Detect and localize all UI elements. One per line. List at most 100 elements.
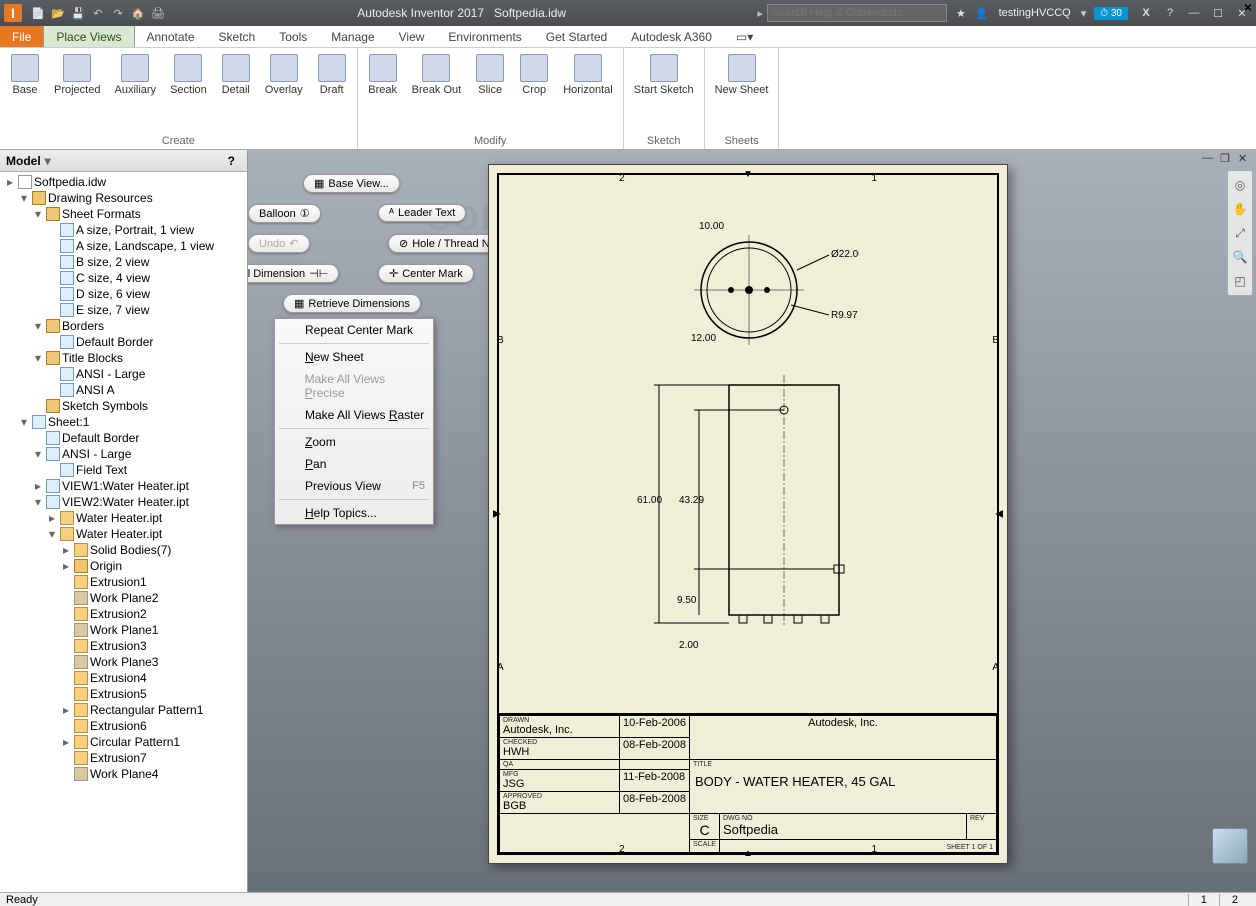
- user-name[interactable]: testingHVCCQ: [999, 7, 1071, 19]
- tree-node[interactable]: Extrusion7: [2, 750, 245, 766]
- undo-icon[interactable]: ↶: [90, 5, 106, 21]
- tree-node[interactable]: Default Border: [2, 430, 245, 446]
- tree-twisty-icon[interactable]: ▾: [32, 351, 44, 365]
- menu-previous-view[interactable]: Previous ViewF5: [275, 475, 433, 497]
- ribbon-auxiliary-button[interactable]: Auxiliary: [110, 52, 160, 133]
- tree-node[interactable]: Extrusion2: [2, 606, 245, 622]
- tree-twisty-icon[interactable]: ▾: [32, 447, 44, 461]
- zoom-icon[interactable]: 🔍: [1230, 247, 1250, 267]
- tab-view[interactable]: View: [387, 26, 437, 47]
- tree-node[interactable]: Default Border: [2, 334, 245, 350]
- general-dimension-button[interactable]: General Dimension ⊣⊢: [248, 264, 339, 283]
- notification-badge[interactable]: ⏱ 30: [1094, 7, 1128, 20]
- model-tree[interactable]: ▸Softpedia.idw▾Drawing Resources▾Sheet F…: [0, 172, 247, 892]
- search-input[interactable]: [767, 4, 947, 22]
- leader-text-button[interactable]: ᴬLeader Text: [378, 204, 466, 222]
- drawing-sheet[interactable]: 2 1 2 1 B A B A ▼ ▲ ▶ ◀: [488, 164, 1008, 864]
- ribbon-projected-button[interactable]: Projected: [50, 52, 104, 133]
- panel-close-icon[interactable]: ×: [1244, 0, 1252, 15]
- tab-get-started[interactable]: Get Started: [534, 26, 619, 47]
- ribbon-break-button[interactable]: Break: [364, 52, 402, 133]
- tree-node[interactable]: Work Plane1: [2, 622, 245, 638]
- exchange-icon[interactable]: X: [1138, 5, 1154, 21]
- zoom-all-icon[interactable]: ⤢: [1230, 223, 1250, 243]
- redo-icon[interactable]: ↷: [110, 5, 126, 21]
- tree-twisty-icon[interactable]: ▸: [60, 735, 72, 749]
- ribbon-new-sheet-button[interactable]: New Sheet: [711, 52, 773, 133]
- status-page-1[interactable]: 1: [1188, 894, 1219, 906]
- tree-twisty-icon[interactable]: ▾: [18, 191, 30, 205]
- qat-chevron-icon[interactable]: ▸: [757, 7, 763, 20]
- pan-icon[interactable]: ✋: [1230, 199, 1250, 219]
- tree-node[interactable]: ▾ANSI - Large: [2, 446, 245, 462]
- tree-node[interactable]: ▸VIEW1:Water Heater.ipt: [2, 478, 245, 494]
- menu-help-topics-[interactable]: Help Topics...: [275, 502, 433, 524]
- tree-node[interactable]: ▾Sheet:1: [2, 414, 245, 430]
- tree-node[interactable]: ▸Rectangular Pattern1: [2, 702, 245, 718]
- tree-node[interactable]: Extrusion5: [2, 686, 245, 702]
- tree-node[interactable]: Sketch Symbols: [2, 398, 245, 414]
- panel-help-icon[interactable]: ?: [228, 154, 235, 168]
- home-icon[interactable]: 🏠: [130, 5, 146, 21]
- drawing-canvas[interactable]: — ❐ ✕ SOFTPEDIA ▦Base View... Balloon ① …: [248, 150, 1256, 892]
- favorite-icon[interactable]: ★: [953, 5, 969, 21]
- print-icon[interactable]: 🖨: [150, 5, 166, 21]
- tree-twisty-icon[interactable]: ▾: [32, 495, 44, 509]
- ribbon-slice-button[interactable]: Slice: [471, 52, 509, 133]
- tree-node[interactable]: ▾Water Heater.ipt: [2, 526, 245, 542]
- tree-node[interactable]: Extrusion6: [2, 718, 245, 734]
- tree-twisty-icon[interactable]: ▾: [32, 207, 44, 221]
- tree-node[interactable]: ▸Solid Bodies(7): [2, 542, 245, 558]
- doc-close-icon[interactable]: ✕: [1238, 152, 1252, 166]
- menu-zoom[interactable]: Zoom: [275, 431, 433, 453]
- ribbon-detail-button[interactable]: Detail: [217, 52, 255, 133]
- undo-button[interactable]: Undo ↶: [248, 234, 310, 253]
- tree-twisty-icon[interactable]: ▸: [60, 543, 72, 557]
- tab-manage[interactable]: Manage: [319, 26, 386, 47]
- ribbon-draft-button[interactable]: Draft: [313, 52, 351, 133]
- tab-annotate[interactable]: Annotate: [135, 26, 207, 47]
- help-icon[interactable]: ?: [1162, 5, 1178, 21]
- tree-twisty-icon[interactable]: ▸: [32, 479, 44, 493]
- tree-node[interactable]: E size, 7 view: [2, 302, 245, 318]
- tree-node[interactable]: Extrusion4: [2, 670, 245, 686]
- tab-appearance-icon[interactable]: ▭▾: [724, 26, 765, 47]
- ribbon-horizontal-button[interactable]: Horizontal: [559, 52, 617, 133]
- tree-node[interactable]: A size, Landscape, 1 view: [2, 238, 245, 254]
- ribbon-overlay-button[interactable]: Overlay: [261, 52, 307, 133]
- doc-minimize-icon[interactable]: —: [1202, 152, 1216, 166]
- tree-node[interactable]: ▸Circular Pattern1: [2, 734, 245, 750]
- tree-node[interactable]: ▸Origin: [2, 558, 245, 574]
- user-icon[interactable]: 👤: [975, 7, 989, 20]
- tree-twisty-icon[interactable]: ▾: [32, 319, 44, 333]
- ribbon-crop-button[interactable]: Crop: [515, 52, 553, 133]
- tab-sketch[interactable]: Sketch: [207, 26, 268, 47]
- tab-place-views[interactable]: Place Views: [43, 26, 134, 47]
- tree-node[interactable]: Work Plane3: [2, 654, 245, 670]
- view-cube[interactable]: [1212, 828, 1248, 864]
- tree-node[interactable]: ▾VIEW2:Water Heater.ipt: [2, 494, 245, 510]
- tree-node[interactable]: Work Plane4: [2, 766, 245, 782]
- ribbon-start-sketch-button[interactable]: Start Sketch: [630, 52, 698, 133]
- tree-twisty-icon[interactable]: ▾: [46, 527, 58, 541]
- tree-node[interactable]: ▾Drawing Resources: [2, 190, 245, 206]
- center-mark-button[interactable]: ✛Center Mark: [378, 264, 474, 283]
- tree-twisty-icon[interactable]: ▸: [4, 175, 16, 189]
- tree-twisty-icon[interactable]: ▸: [60, 703, 72, 717]
- tree-node[interactable]: C size, 4 view: [2, 270, 245, 286]
- open-icon[interactable]: 📂: [50, 5, 66, 21]
- tab-file[interactable]: File: [0, 26, 43, 47]
- menu-repeat-center-mark[interactable]: Repeat Center Mark: [275, 319, 433, 341]
- zoom-window-icon[interactable]: ◰: [1230, 271, 1250, 291]
- tab-environments[interactable]: Environments: [436, 26, 533, 47]
- tree-node[interactable]: Extrusion3: [2, 638, 245, 654]
- tree-node[interactable]: B size, 2 view: [2, 254, 245, 270]
- tree-node[interactable]: D size, 6 view: [2, 286, 245, 302]
- menu-make-all-views-raster[interactable]: Make All Views Raster: [275, 404, 433, 426]
- tree-twisty-icon[interactable]: ▸: [46, 511, 58, 525]
- steering-wheel-icon[interactable]: ◎: [1230, 175, 1250, 195]
- minimize-icon[interactable]: —: [1186, 5, 1202, 21]
- tree-node[interactable]: Work Plane2: [2, 590, 245, 606]
- tree-node[interactable]: Field Text: [2, 462, 245, 478]
- tree-node[interactable]: Extrusion1: [2, 574, 245, 590]
